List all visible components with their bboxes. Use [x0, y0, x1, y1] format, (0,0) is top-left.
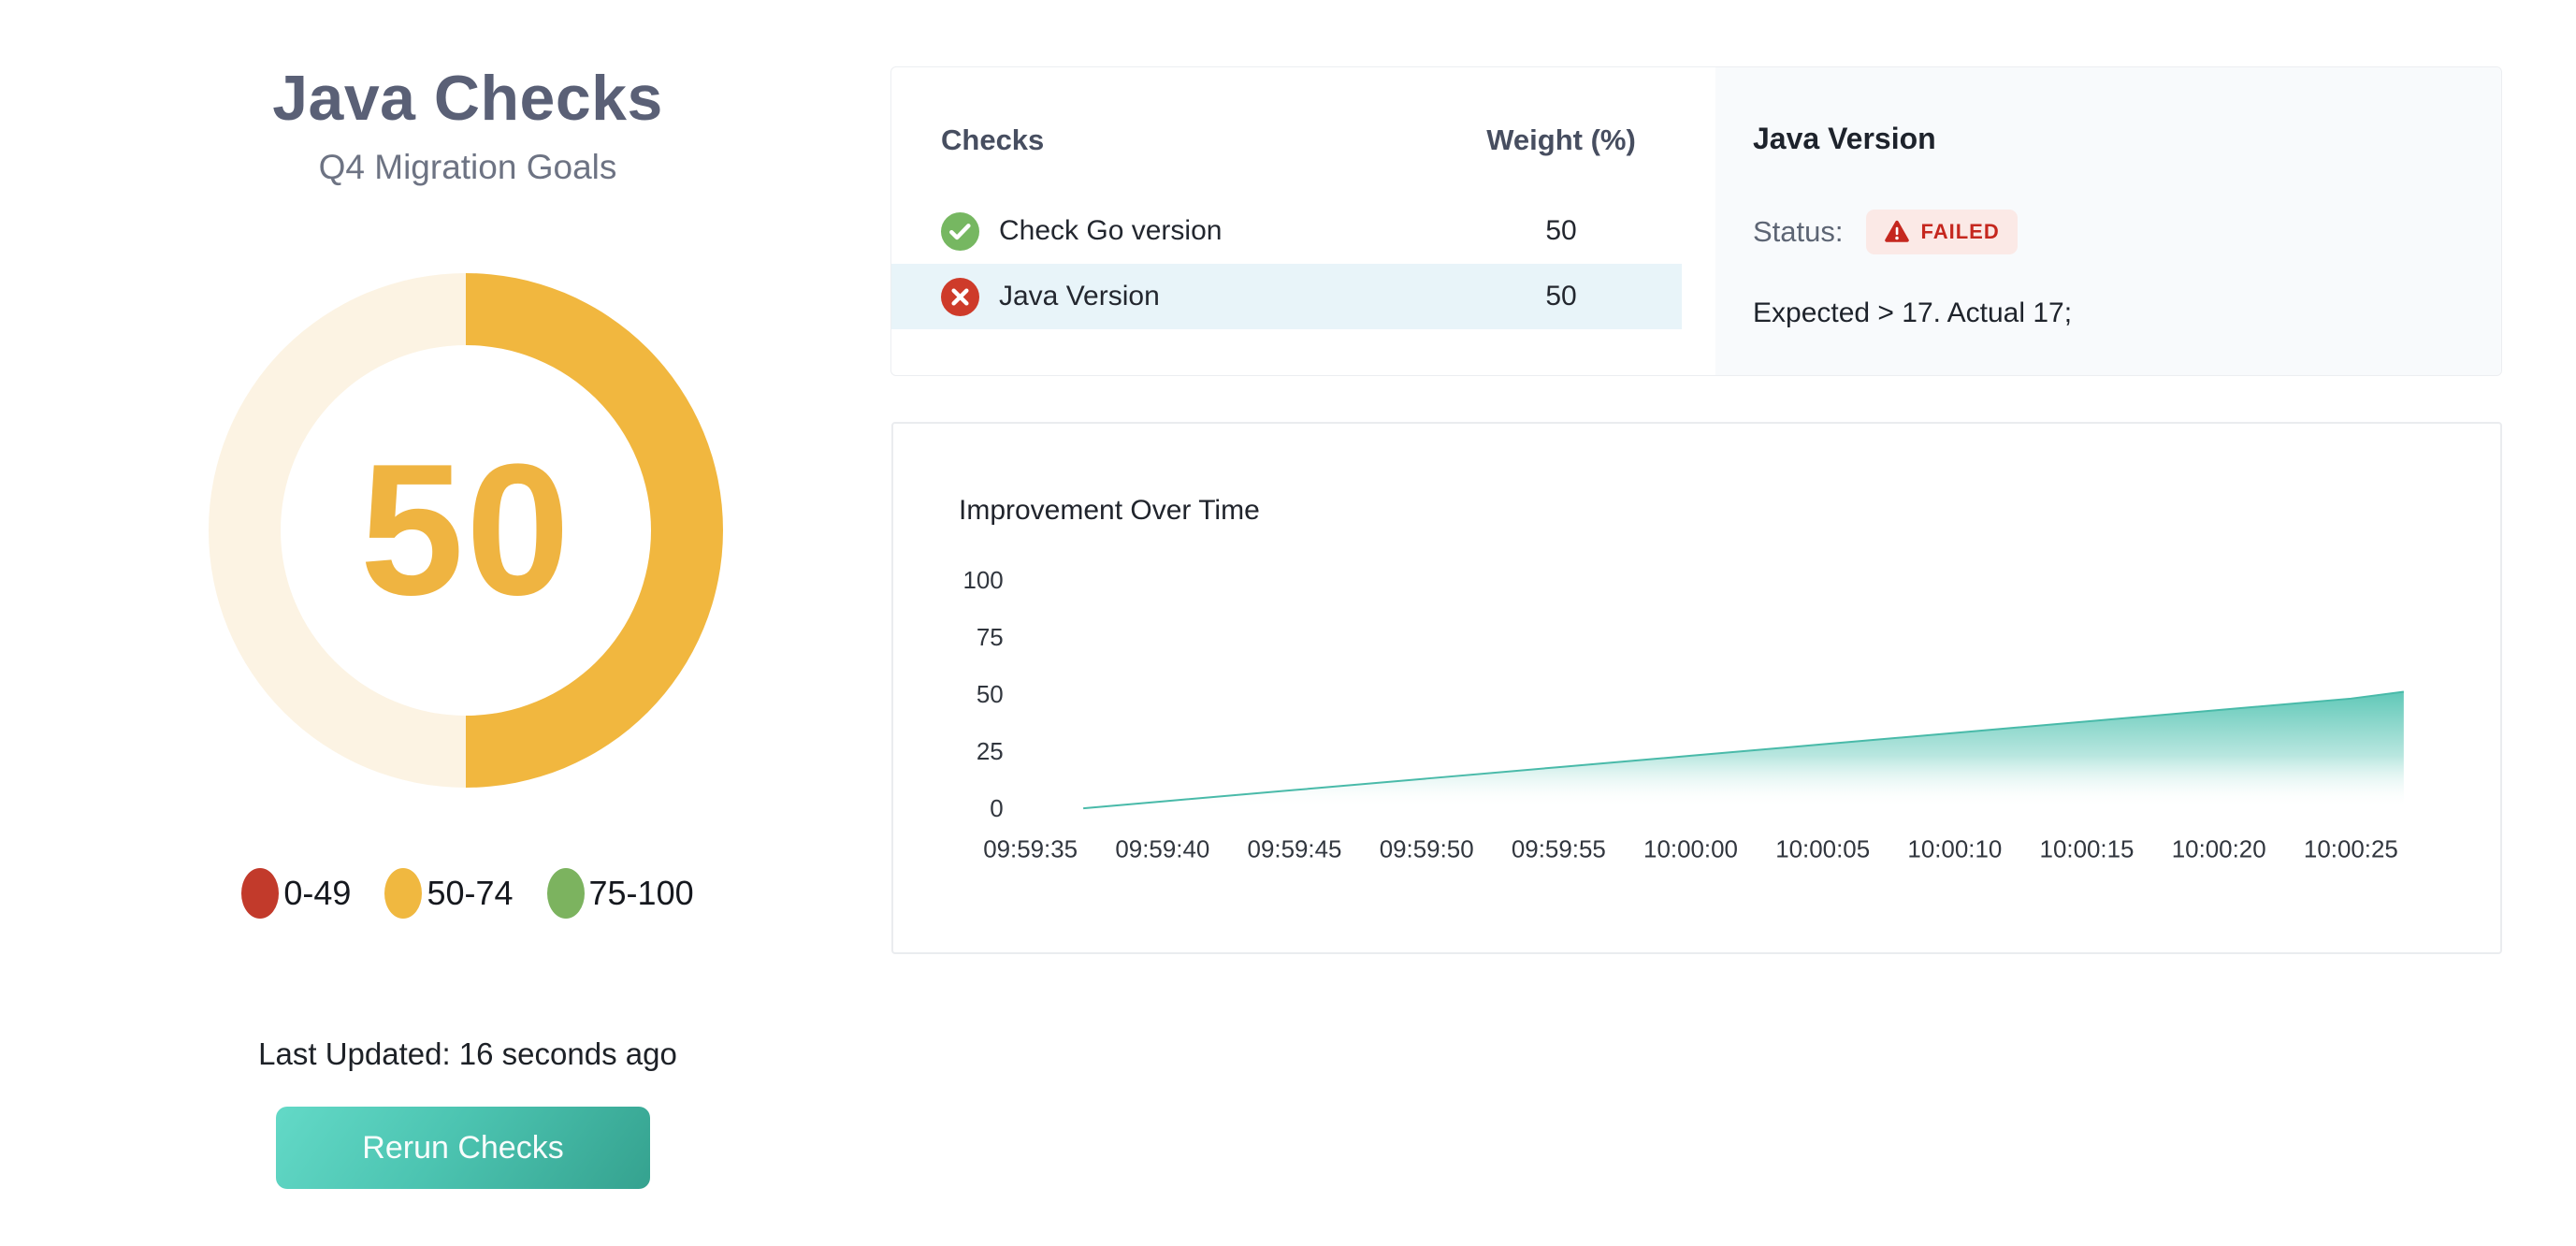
legend-dot-red-icon: [241, 868, 279, 919]
svg-text:10:00:00: 10:00:00: [1643, 837, 1738, 863]
svg-text:09:59:45: 09:59:45: [1248, 837, 1342, 863]
score-value: 50: [360, 437, 572, 624]
check-name: Check Go version: [999, 215, 1222, 247]
check-passed-icon: [941, 212, 979, 251]
legend-dot-green-icon: [547, 868, 585, 919]
legend-dot-amber-icon: [384, 868, 422, 919]
legend-item-high: 75-100: [547, 868, 694, 919]
svg-text:09:59:55: 09:59:55: [1512, 837, 1606, 863]
svg-text:09:59:40: 09:59:40: [1115, 837, 1209, 863]
svg-text:100: 100: [962, 568, 1003, 594]
score-donut-hole: 50: [281, 345, 651, 716]
status-badge-text: FAILED: [1921, 220, 2000, 244]
page-subtitle: Q4 Migration Goals: [0, 148, 935, 187]
svg-text:10:00:25: 10:00:25: [2304, 837, 2398, 863]
legend-item-mid: 50-74: [384, 868, 513, 919]
status-label: Status:: [1753, 215, 1844, 249]
improvement-chart-card: Improvement Over Time 100755025009:59:35…: [891, 422, 2502, 954]
svg-text:09:59:50: 09:59:50: [1380, 837, 1474, 863]
svg-text:10:00:20: 10:00:20: [2172, 837, 2266, 863]
svg-text:25: 25: [977, 739, 1004, 765]
check-weight: 50: [1430, 215, 1692, 247]
legend-label: 75-100: [589, 874, 694, 913]
column-header-checks: Checks: [941, 123, 1044, 157]
status-badge: FAILED: [1866, 210, 2018, 254]
legend-label: 50-74: [427, 874, 513, 913]
detail-title: Java Version: [1753, 122, 1936, 156]
checks-table: Checks Weight (%) Check Go version 50 Ja…: [891, 67, 1715, 375]
check-detail-panel: Java Version Status: FAILED Expected > 1…: [1715, 67, 2501, 375]
table-row-java-version[interactable]: Java Version 50: [891, 264, 1682, 329]
svg-text:10:00:05: 10:00:05: [1775, 837, 1870, 863]
svg-text:09:59:35: 09:59:35: [983, 837, 1078, 863]
checks-card: Checks Weight (%) Check Go version 50 Ja…: [890, 66, 2502, 376]
svg-text:50: 50: [977, 682, 1004, 708]
status-row: Status: FAILED: [1753, 210, 2018, 254]
score-legend: 0-49 50-74 75-100: [0, 868, 935, 919]
page-title: Java Checks: [0, 62, 935, 135]
last-updated-text: Last Updated: 16 seconds ago: [0, 1036, 935, 1072]
table-row-check-go-version[interactable]: Check Go version 50: [891, 198, 1682, 264]
improvement-area-chart: 100 75 50 25 0 09:59:35 09:59:40 09:59:45 09:59:…: [893, 424, 2500, 952]
legend-item-low: 0-49: [241, 868, 351, 919]
check-failed-icon: [941, 278, 979, 316]
legend-label: 0-49: [283, 874, 351, 913]
rerun-checks-button[interactable]: Rerun Checks: [276, 1107, 650, 1189]
check-name: Java Version: [999, 281, 1160, 312]
warning-triangle-icon: [1884, 220, 1910, 244]
svg-text:75: 75: [977, 625, 1004, 651]
svg-text:10:00:15: 10:00:15: [2040, 837, 2135, 863]
detail-message: Expected > 17. Actual 17;: [1753, 297, 2072, 329]
check-weight: 50: [1430, 281, 1692, 312]
score-panel: Java Checks Q4 Migration Goals 50 0-49 5…: [0, 0, 935, 1246]
svg-text:0: 0: [990, 796, 1003, 822]
svg-text:10:00:10: 10:00:10: [1907, 837, 2002, 863]
column-header-weight: Weight (%): [1430, 123, 1692, 157]
score-donut-chart: 50: [209, 273, 723, 788]
